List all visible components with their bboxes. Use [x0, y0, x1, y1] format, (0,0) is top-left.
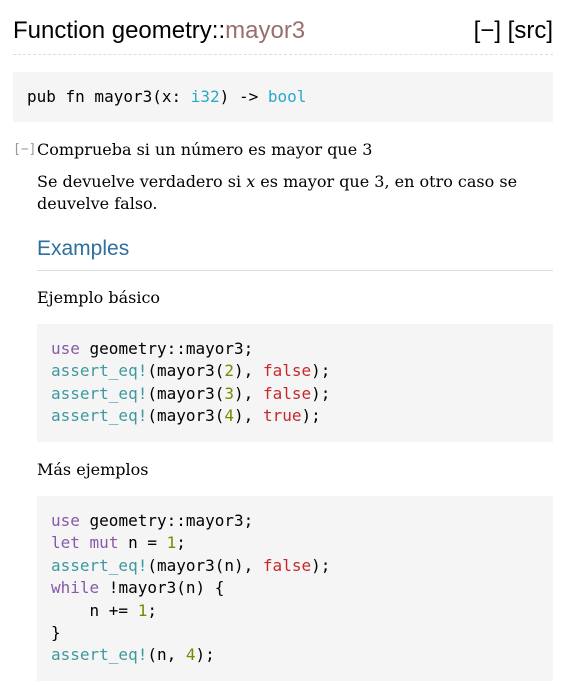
code-line: assert_eq!(mayor3(n), false);: [51, 555, 539, 577]
examples-heading[interactable]: Examples: [37, 234, 553, 271]
code-token-plain: n =: [118, 533, 167, 553]
code-token-plain: );: [311, 555, 331, 575]
code-line: n += 1;: [51, 600, 539, 622]
signature-middle: ) ->: [219, 87, 268, 106]
code-token-macro: assert_eq!: [51, 555, 148, 575]
signature-prefix: pub fn mayor3(x:: [27, 87, 191, 106]
doc-description: Se devuelve verdadero si x es mayor que …: [37, 171, 537, 215]
example-more-code: use geometry::mayor3; let mut n = 1; asser…: [37, 496, 553, 681]
example-basic-label: Ejemplo básico: [37, 288, 161, 307]
code-token-plain: ;: [147, 600, 157, 620]
code-line: assert_eq!(n, 4);: [51, 644, 539, 666]
code-token-kw: while: [51, 578, 100, 598]
code-token-kw: mut: [89, 533, 119, 553]
description-variable: x: [246, 172, 256, 191]
code-token-bool: true: [262, 406, 302, 426]
code-token-plain: ;: [176, 533, 186, 553]
code-line: let mut n = 1;: [51, 532, 539, 554]
code-token-kw: use: [51, 511, 80, 530]
code-token-plain: geometry::mayor3;: [79, 511, 254, 530]
item-name: mayor3: [225, 17, 306, 44]
code-token-plain: !mayor3(n) {: [99, 578, 225, 598]
description-text-start: Se devuelve verdadero si: [37, 172, 247, 191]
code-token-plain: (mayor3(: [147, 406, 225, 426]
code-token-num: 4: [224, 406, 235, 426]
code-line: while !mayor3(n) {: [51, 577, 539, 599]
code-token-macro: assert_eq!: [51, 383, 148, 403]
signature-return-type-link[interactable]: bool: [268, 87, 307, 106]
code-token-macro: assert_eq!: [51, 406, 148, 426]
item-header: Function geometry::mayor3 [−] [src]: [13, 14, 553, 55]
code-token-plain: }: [51, 622, 61, 642]
code-token-plain: (mayor3(n),: [147, 555, 263, 575]
code-token-num: 1: [166, 533, 177, 553]
code-line: use geometry::mayor3;: [51, 338, 539, 360]
code-line: use geometry::mayor3;: [51, 510, 539, 532]
code-token-plain: (n,: [147, 645, 186, 665]
code-token-plain: );: [301, 406, 321, 426]
code-token-kw: use: [51, 339, 80, 358]
code-line: assert_eq!(mayor3(2), false);: [51, 360, 539, 382]
code-line: }: [51, 622, 539, 644]
code-token-plain: );: [195, 645, 215, 665]
docblock-collapse-toggle[interactable]: [−]: [13, 140, 36, 160]
code-token-plain: ),: [234, 406, 263, 426]
code-token-plain: (mayor3(: [147, 361, 225, 381]
code-token-plain: geometry::mayor3;: [79, 339, 254, 358]
code-token-num: 2: [224, 361, 235, 381]
example-more-label: Más ejemplos: [37, 460, 149, 479]
code-token-bool: false: [262, 555, 312, 575]
code-token-plain: );: [311, 361, 331, 381]
function-signature: pub fn mayor3(x: i32) -> bool: [13, 72, 553, 122]
page-title: Function geometry::mayor3: [13, 16, 305, 46]
code-token-macro: assert_eq!: [51, 361, 148, 381]
code-token-kw: let: [51, 533, 80, 553]
example-basic-code: use geometry::mayor3; assert_eq!(mayor3(2…: [37, 324, 553, 442]
signature-arg-type-link[interactable]: i32: [191, 87, 220, 106]
code-token-num: 3: [224, 383, 235, 403]
code-token-bool: false: [262, 383, 312, 403]
src-link[interactable]: [src]: [508, 17, 553, 44]
code-token-plain: (mayor3(: [147, 383, 225, 403]
code-token-macro: assert_eq!: [51, 645, 148, 665]
code-token-plain: );: [311, 383, 331, 403]
item-path-link[interactable]: geometry::: [112, 17, 225, 44]
code-line: assert_eq!(mayor3(3), false);: [51, 383, 539, 405]
collapse-all-toggle[interactable]: [−]: [474, 17, 501, 44]
code-line: assert_eq!(mayor3(4), true);: [51, 405, 539, 427]
code-token-plain: ),: [234, 361, 263, 381]
code-token-plain: n +=: [51, 600, 138, 620]
item-kind: Function: [13, 17, 106, 44]
code-token-plain: ),: [234, 383, 263, 403]
code-token-num: 4: [185, 645, 196, 665]
code-token-bool: false: [262, 361, 312, 381]
code-token-num: 1: [137, 600, 148, 620]
doc-summary: Comprueba si un número es mayor que 3: [37, 140, 373, 159]
out-of-band-controls: [−] [src]: [474, 16, 553, 46]
